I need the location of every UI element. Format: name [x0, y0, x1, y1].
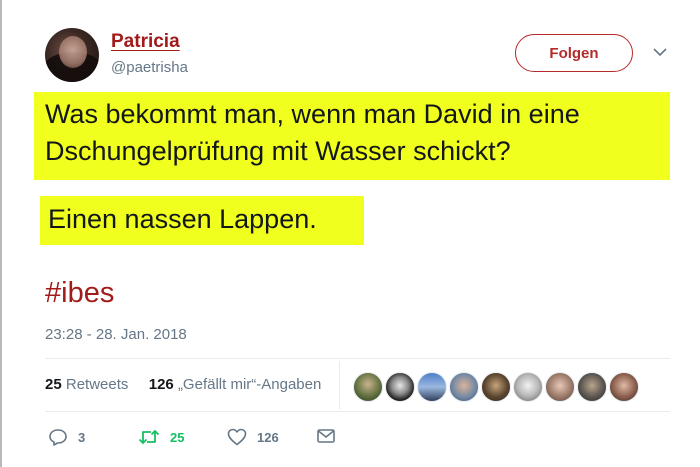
- tweet-action-bar: 3 25 126: [0, 428, 700, 448]
- liker-avatar[interactable]: [545, 372, 575, 402]
- follow-button[interactable]: Folgen: [515, 34, 633, 72]
- tweet-text-line-2: Dschungelprüfung mit Wasser schickt?: [45, 136, 511, 166]
- likes-label: „Gefällt mir“-Angaben: [177, 376, 322, 393]
- liker-avatar[interactable]: [385, 372, 415, 402]
- engagement-stats: 25 Retweets 126 „Gefällt mir“-Angaben: [45, 376, 321, 393]
- liker-avatar[interactable]: [449, 372, 479, 402]
- divider-top: [45, 358, 670, 359]
- like-action[interactable]: 126: [227, 428, 279, 446]
- like-count: 126: [257, 429, 279, 445]
- tweet-text-line-3: Einen nassen Lappen.: [48, 204, 317, 234]
- heart-icon: [227, 428, 247, 446]
- retweet-count: 25: [170, 429, 185, 445]
- stats-vertical-divider: [339, 361, 340, 409]
- retweet-action[interactable]: 25: [138, 428, 184, 446]
- reply-count: 3: [78, 429, 86, 445]
- liker-avatar[interactable]: [481, 372, 511, 402]
- likes-stat[interactable]: 126 „Gefällt mir“-Angaben: [149, 376, 322, 393]
- hashtag-link[interactable]: #ibes: [45, 277, 114, 310]
- avatar[interactable]: [45, 28, 99, 82]
- liker-avatar[interactable]: [353, 372, 383, 402]
- retweets-count: 25: [45, 376, 62, 393]
- direct-message-action[interactable]: [316, 428, 336, 444]
- liker-avatar[interactable]: [609, 372, 639, 402]
- reply-icon: [49, 429, 67, 446]
- liker-avatar[interactable]: [577, 372, 607, 402]
- envelope-icon: [317, 429, 335, 443]
- chevron-down-icon[interactable]: [652, 44, 668, 60]
- tweet-text-line-1: Was bekommt man, wenn man David in eine: [45, 99, 580, 129]
- window-left-border: [0, 0, 2, 467]
- liker-avatar[interactable]: [513, 372, 543, 402]
- user-display-name[interactable]: Patricia: [111, 31, 180, 53]
- liker-avatar[interactable]: [417, 372, 447, 402]
- likes-count: 126: [148, 376, 174, 393]
- retweets-stat[interactable]: 25 Retweets: [45, 376, 128, 393]
- retweet-icon: [138, 429, 160, 445]
- tweet-timestamp[interactable]: 23:28 - 28. Jan. 2018: [45, 326, 187, 343]
- retweets-label: Retweets: [65, 376, 129, 393]
- divider-bottom: [45, 411, 670, 412]
- reply-action[interactable]: 3: [48, 428, 85, 446]
- likers-avatar-list: [353, 372, 639, 402]
- user-handle[interactable]: @paetrisha: [111, 59, 188, 76]
